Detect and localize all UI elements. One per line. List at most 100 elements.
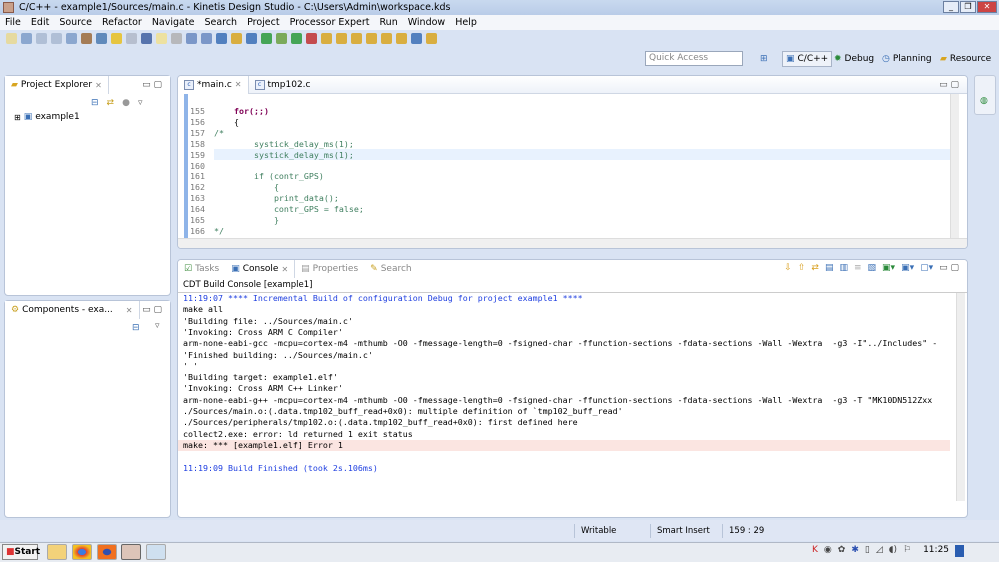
menu-navigate[interactable]: Navigate: [147, 17, 200, 28]
clear-console-icon[interactable]: ▧: [868, 263, 877, 273]
code-line[interactable]: print_data();: [214, 193, 339, 203]
tab-properties[interactable]: ▤ Properties: [295, 260, 364, 278]
toolbar-button-icon[interactable]: [81, 33, 92, 44]
word-wrap-icon[interactable]: ≡: [854, 263, 862, 273]
toolbar-button-icon[interactable]: [6, 33, 17, 44]
menu-search[interactable]: Search: [199, 17, 242, 28]
editor-vertical-scrollbar[interactable]: [950, 94, 959, 238]
scroll-lock-icon[interactable]: ▤: [825, 263, 834, 273]
menu-run[interactable]: Run: [375, 17, 403, 28]
display-console-icon[interactable]: ▣▾: [901, 263, 914, 273]
toolbar-button-icon[interactable]: [96, 33, 107, 44]
toolbar-button-icon[interactable]: [366, 33, 377, 44]
toolbar-button-icon[interactable]: [201, 33, 212, 44]
console-vertical-scrollbar[interactable]: [956, 293, 965, 501]
flag-icon[interactable]: ⚐: [903, 545, 911, 557]
toolbar-button-icon[interactable]: [426, 33, 437, 44]
tab-search[interactable]: ✎ Search: [364, 260, 417, 278]
toolbar-button-icon[interactable]: [186, 33, 197, 44]
close-icon[interactable]: ✕: [235, 80, 242, 89]
toolbar-button-icon[interactable]: [66, 33, 77, 44]
toolbar-button-icon[interactable]: [216, 33, 227, 44]
toolbar-button-icon[interactable]: [231, 33, 242, 44]
kds-taskbar-icon[interactable]: [121, 544, 141, 560]
chrome-taskbar-icon[interactable]: [72, 544, 92, 560]
minimize-maximize-icons[interactable]: ▭ ▢: [142, 80, 162, 90]
open-perspective-icon[interactable]: ⊞: [760, 51, 768, 67]
show-desktop-button[interactable]: [955, 545, 965, 557]
toolbar-button-icon[interactable]: [261, 33, 272, 44]
expand-icon[interactable]: ⊞: [14, 113, 21, 122]
tab-mainc[interactable]: c *main.c ✕: [178, 76, 249, 94]
signal-icon[interactable]: ◿: [876, 545, 883, 557]
minimize-button[interactable]: _: [943, 1, 959, 13]
toolbar-button-icon[interactable]: [276, 33, 287, 44]
minimize-maximize-icons[interactable]: ▭ ▢: [142, 305, 162, 315]
menu-window[interactable]: Window: [403, 17, 450, 28]
network-icon[interactable]: ◉: [824, 545, 832, 557]
menu-edit[interactable]: Edit: [26, 17, 54, 28]
perspective-debug[interactable]: ✹ Debug: [834, 51, 874, 67]
menu-refactor[interactable]: Refactor: [97, 17, 147, 28]
code-line[interactable]: contr_GPS = false;: [214, 204, 364, 214]
view-menu-icon[interactable]: ▿: [138, 98, 143, 108]
toolbar-button-icon[interactable]: [381, 33, 392, 44]
perspective-cc[interactable]: ▣ C/C++: [782, 51, 833, 67]
tab-tasks[interactable]: ☑ Tasks: [178, 260, 225, 278]
toolbar-button-icon[interactable]: [36, 33, 47, 44]
clock[interactable]: 11:25: [923, 545, 949, 557]
menu-help[interactable]: Help: [450, 17, 482, 28]
settings-icon[interactable]: ✿: [838, 545, 846, 557]
menu-file[interactable]: File: [0, 17, 26, 28]
minimize-maximize-icons[interactable]: ▭ ▢: [939, 263, 959, 273]
close-icon[interactable]: ✕: [95, 81, 102, 90]
menu-processor-expert[interactable]: Processor Expert: [285, 17, 375, 28]
tab-project-explorer[interactable]: ▰ Project Explorer ✕: [5, 76, 109, 94]
filter-icon[interactable]: ●: [122, 98, 130, 108]
bluetooth-icon[interactable]: ✱: [851, 545, 859, 557]
menu-source[interactable]: Source: [54, 17, 97, 28]
tab-tmp102c[interactable]: c tmp102.c: [249, 76, 317, 94]
restore-button[interactable]: ❐: [960, 1, 976, 13]
code-line[interactable]: systick_delay_ms(1);: [214, 139, 354, 149]
toolbar-button-icon[interactable]: [246, 33, 257, 44]
previous-icon[interactable]: ⇧: [798, 263, 806, 273]
open-console-icon[interactable]: ▣▾: [882, 263, 895, 273]
tab-components[interactable]: ⚙ Components - exa... ✕: [5, 301, 140, 319]
toolbar-button-icon[interactable]: [171, 33, 182, 44]
code-line[interactable]: }: [214, 215, 279, 225]
code-line[interactable]: for(;;): [214, 106, 269, 116]
toolbar-button-icon[interactable]: [291, 33, 302, 44]
editor-horizontal-scrollbar[interactable]: [178, 238, 967, 248]
paint-taskbar-icon[interactable]: [146, 544, 166, 560]
toolbar-button-icon[interactable]: [21, 33, 32, 44]
usb-icon[interactable]: ▯: [865, 545, 870, 557]
perspective-planning[interactable]: ◷ Planning: [882, 51, 932, 67]
link-editor-icon[interactable]: ⇄: [107, 98, 115, 108]
tab-console[interactable]: ▣ Console ✕: [225, 260, 296, 278]
next-icon[interactable]: ⇩: [784, 263, 792, 273]
code-line[interactable]: */: [214, 226, 224, 236]
explorer-taskbar-icon[interactable]: [47, 544, 67, 560]
toolbar-button-icon[interactable]: [111, 33, 122, 44]
close-icon[interactable]: ✕: [126, 306, 133, 315]
toolbar-button-icon[interactable]: [411, 33, 422, 44]
tree-item-example1[interactable]: ⊞ ▣ example1: [14, 112, 80, 122]
code-line[interactable]: {: [214, 117, 239, 127]
link-icon[interactable]: ⇄: [811, 263, 819, 273]
collapse-all-icon[interactable]: ⊟: [91, 98, 99, 108]
code-line[interactable]: /*: [214, 128, 224, 138]
minimize-maximize-icons[interactable]: ▭ ▢: [939, 80, 959, 90]
code-line[interactable]: systick_delay_ms(1);: [214, 150, 354, 160]
toolbar-button-icon[interactable]: [396, 33, 407, 44]
toolbar-button-icon[interactable]: [141, 33, 152, 44]
toolbar-button-icon[interactable]: [156, 33, 167, 44]
toolbar-button-icon[interactable]: [336, 33, 347, 44]
new-console-icon[interactable]: ▢▾: [920, 263, 933, 273]
quick-access-input[interactable]: Quick Access: [645, 51, 743, 66]
antivirus-icon[interactable]: K: [812, 545, 818, 557]
globe-icon[interactable]: ◍: [980, 96, 988, 106]
code-line[interactable]: {: [214, 182, 279, 192]
toolbar-button-icon[interactable]: [321, 33, 332, 44]
perspective-resource[interactable]: ▰ Resource: [940, 51, 991, 67]
